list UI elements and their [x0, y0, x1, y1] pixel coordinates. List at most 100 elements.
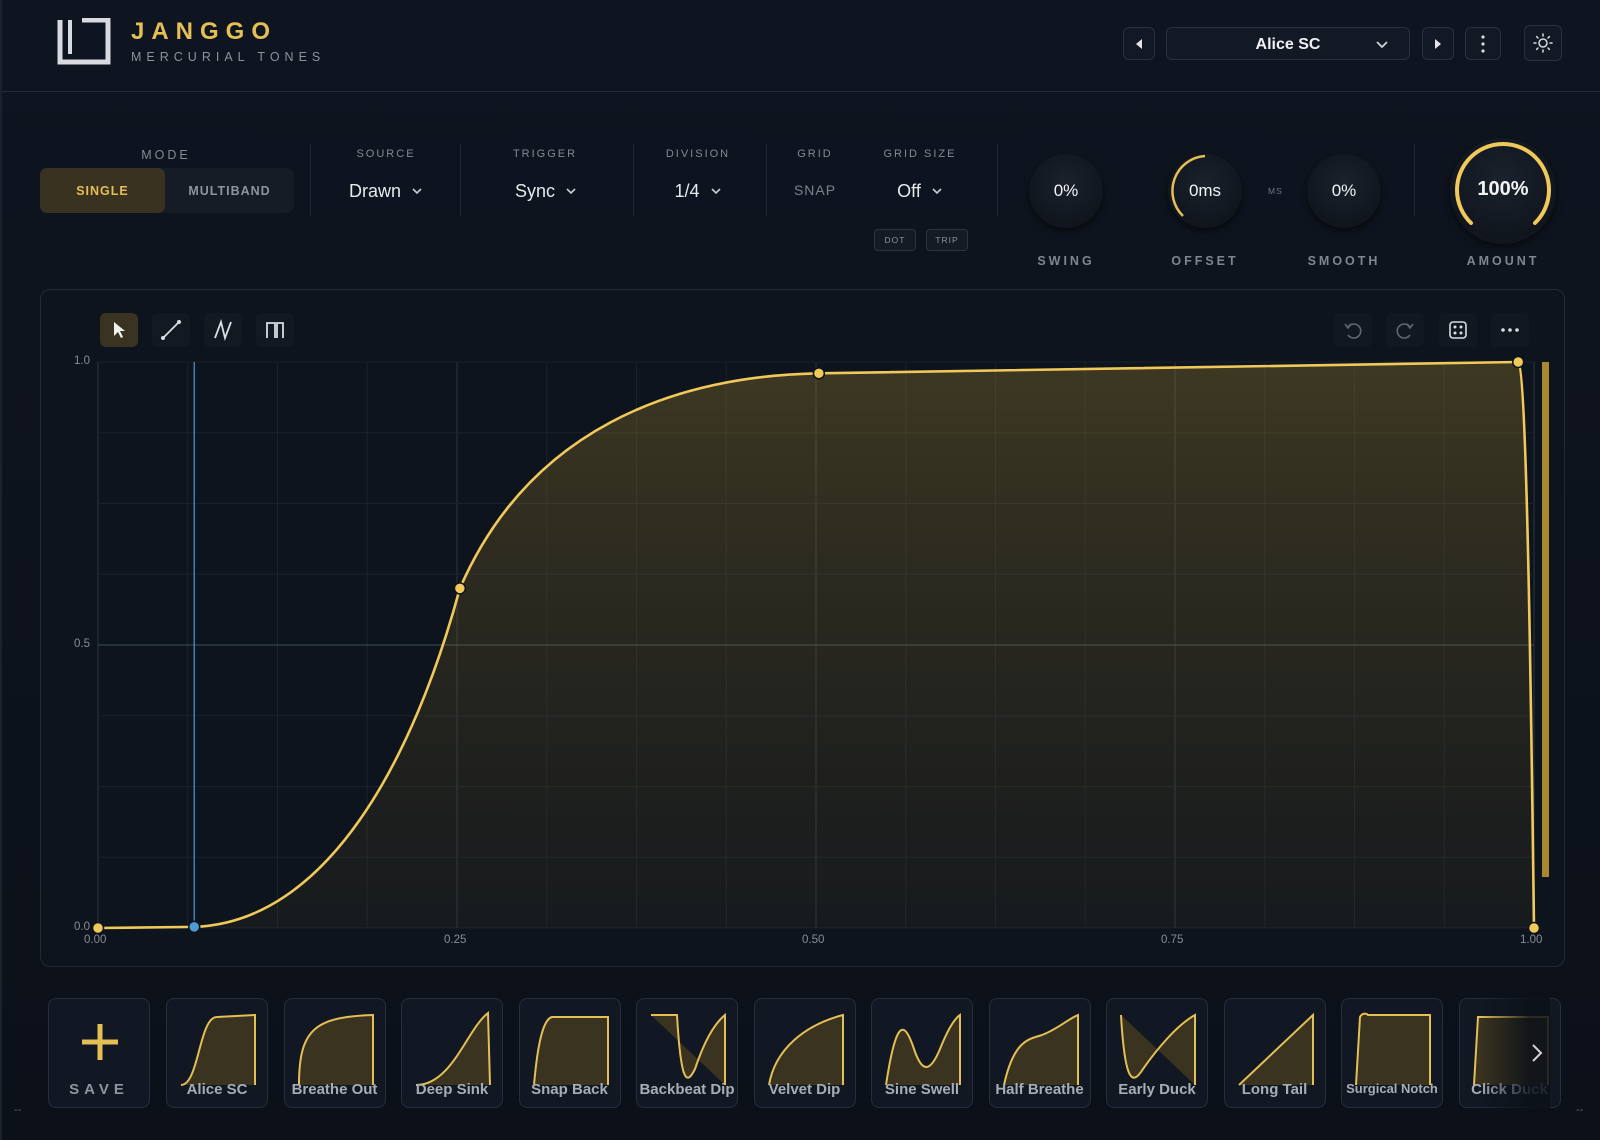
preset-shape-icon: [651, 1012, 726, 1085]
chevron-down-icon: [1376, 41, 1388, 49]
preset-shape-fill: [533, 1017, 608, 1085]
preset-shape-icon: [1355, 1012, 1431, 1086]
x-tick-label: 0.50: [802, 934, 825, 946]
swing-value: 0%: [1053, 181, 1079, 200]
preset-tile[interactable]: Breathe Out: [283, 998, 386, 1108]
preset-selector[interactable]: Alice SC: [1166, 27, 1410, 60]
preset-tile[interactable]: Backbeat Dip: [636, 998, 738, 1108]
x-tick-label: 0.00: [84, 934, 107, 946]
brand-tagline: MERCURIAL TONES: [131, 50, 326, 64]
preset-name: Sine Swell: [884, 1081, 960, 1098]
dice-icon: [1449, 321, 1467, 339]
sawtooth-icon: [214, 319, 232, 341]
divider: [766, 144, 767, 216]
trigger-label: TRIGGER: [512, 148, 578, 160]
preset-name: Surgical Notch: [1346, 1081, 1438, 1096]
y-tick-label: 0.0: [74, 921, 90, 933]
redo-icon: [1396, 323, 1414, 339]
line-tool-icon: [161, 320, 181, 340]
theme-toggle-button[interactable]: [1524, 25, 1562, 61]
chevron-down-icon: [710, 188, 721, 195]
randomize-button[interactable]: [1439, 313, 1477, 347]
smooth-knob[interactable]: 0%: [1307, 154, 1381, 228]
more-menu-button[interactable]: [1465, 27, 1501, 60]
preset-name: Alice SC: [186, 1081, 248, 1098]
preset-name: Velvet Dip: [768, 1081, 841, 1098]
preset-shape-icon: [180, 1013, 256, 1086]
preset-shape-icon: [415, 1011, 491, 1086]
header-bar: JANGGO MERCURIAL TONES Alice SC: [2, 0, 1600, 92]
chevron-down-icon: [932, 188, 942, 195]
amount-knob[interactable]: 100%: [1450, 138, 1556, 244]
preset-shape-fill: [651, 1015, 725, 1085]
next-preset-button[interactable]: [1422, 27, 1454, 60]
x-tick-label: 1.00: [1520, 934, 1543, 946]
chevron-right-icon: [1532, 1044, 1543, 1062]
plugin-window: JANGGO MERCURIAL TONES Alice SC MODE SIN…: [0, 0, 1600, 1140]
preset-shape-icon: [885, 1013, 961, 1086]
preset-shape-icon: [1120, 1013, 1196, 1085]
division-value: 1/4: [674, 180, 700, 201]
preset-tile[interactable]: Early Duck: [1106, 998, 1208, 1108]
select-tool-button[interactable]: [100, 313, 138, 347]
undo-button[interactable]: [1334, 313, 1372, 347]
janggo-logo-icon: [57, 18, 111, 65]
plus-icon: [82, 1024, 118, 1060]
preset-tile[interactable]: Deep Sink: [401, 998, 503, 1108]
line-tool-button[interactable]: [152, 313, 190, 347]
swing-label: SWING: [1037, 254, 1095, 268]
divider: [633, 144, 634, 216]
preset-name: Long Tail: [1241, 1081, 1308, 1098]
mode-multiband-button[interactable]: MULTIBAND: [165, 168, 294, 213]
swing-knob[interactable]: 0%: [1029, 154, 1103, 228]
smooth-label: SMOOTH: [1307, 254, 1381, 268]
preset-name: Breathe Out: [291, 1081, 378, 1098]
grid-dot-button[interactable]: DOT: [874, 229, 916, 251]
preset-scroll-right-button[interactable]: [1524, 1038, 1550, 1068]
preset-name: Alice SC: [1255, 36, 1321, 53]
chevron-down-icon: [412, 188, 422, 195]
grid-size-dropdown[interactable]: Off: [874, 178, 966, 204]
preset-tile[interactable]: Snap Back: [518, 998, 621, 1108]
preset-tile[interactable]: Sine Swell: [871, 998, 973, 1108]
editor-more-button[interactable]: [1491, 313, 1529, 347]
triangle-left-icon: [1136, 38, 1142, 49]
preset-tile[interactable]: Velvet Dip: [753, 998, 856, 1108]
preset-name: Backbeat Dip: [639, 1081, 735, 1098]
preset-tile[interactable]: Half Breathe: [988, 998, 1091, 1108]
sun-icon: [1533, 33, 1553, 53]
preset-tile[interactable]: Long Tail: [1223, 998, 1326, 1108]
preset-shape-icon: [767, 1013, 844, 1086]
preset-shape-fill: [298, 1015, 373, 1085]
saw-tool-button[interactable]: [204, 313, 242, 347]
pointer-icon: [114, 322, 125, 338]
divider: [460, 144, 461, 216]
offset-knob[interactable]: 0ms: [1168, 154, 1242, 228]
x-tick-label: 0.25: [444, 934, 467, 946]
mode-single-button[interactable]: SINGLE: [40, 168, 165, 213]
trigger-dropdown[interactable]: Sync: [496, 178, 596, 204]
division-dropdown[interactable]: 1/4: [658, 178, 738, 204]
square-wave-icon: [266, 322, 284, 338]
redo-button[interactable]: [1386, 313, 1424, 347]
amount-label: AMOUNT: [1466, 254, 1540, 268]
source-dropdown[interactable]: Drawn: [336, 178, 436, 204]
preset-name: Early Duck: [1118, 1081, 1196, 1098]
preset-shape-icon: [532, 1016, 609, 1086]
divider: [310, 144, 311, 216]
preset-tile[interactable]: Surgical Notch: [1341, 998, 1443, 1108]
divider: [997, 144, 998, 216]
square-tool-button[interactable]: [256, 313, 294, 347]
preset-name: Half Breathe: [995, 1081, 1084, 1098]
vertical-dots-icon: [1481, 34, 1485, 53]
source-value: Drawn: [348, 180, 401, 201]
grid-snap-button[interactable]: SNAP: [774, 182, 856, 198]
grid-triplet-button[interactable]: TRIP: [926, 229, 968, 251]
source-label: SOURCE: [356, 148, 416, 160]
mode-switch: SINGLE MULTIBAND: [40, 168, 294, 213]
prev-preset-button[interactable]: [1123, 27, 1155, 60]
preset-tile[interactable]: Alice SC: [166, 998, 268, 1108]
save-preset-button[interactable]: SAVE: [48, 998, 150, 1108]
division-label: DIVISION: [665, 148, 731, 160]
mode-label: MODE: [141, 148, 191, 162]
